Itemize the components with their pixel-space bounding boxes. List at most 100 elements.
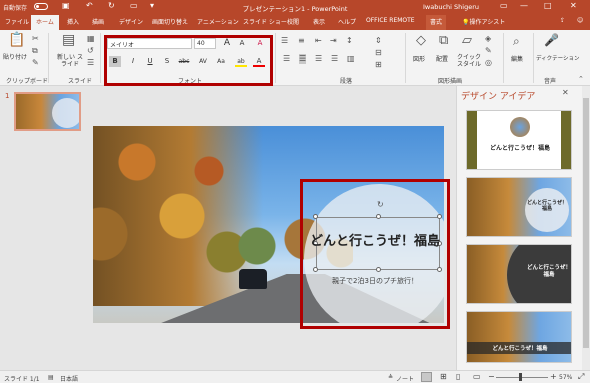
ribbon-display-icon[interactable]: ▭ [500, 1, 508, 10]
zoom-slider-thumb[interactable] [519, 373, 522, 381]
tab-office-remote[interactable]: OFFICE REMOTE [366, 17, 415, 24]
justify-icon[interactable]: ☰ [331, 54, 338, 64]
arrange-button[interactable]: 配置 [436, 54, 448, 63]
language-indicator[interactable]: 日本語 [60, 374, 78, 383]
card-title: どんと行こうぜ！福島 [492, 346, 548, 352]
spellcheck-icon[interactable]: ▤ [48, 374, 54, 381]
card-title: どんと行こうぜ！福島 [489, 145, 550, 152]
edit-button[interactable]: 編集 [511, 54, 523, 63]
card-title: どんと行こうぜ！福島 [527, 200, 568, 212]
reading-view-icon[interactable]: ▯ [456, 372, 460, 381]
notes-button[interactable]: ノート [396, 374, 414, 383]
align-center-icon[interactable]: ☰ [299, 54, 307, 64]
text-direction-icon[interactable]: ⇕ [375, 36, 382, 46]
zoom-in-icon[interactable]: + [550, 372, 557, 381]
maximize-icon[interactable]: □ [544, 1, 552, 10]
cut-icon[interactable]: ✂ [32, 34, 39, 44]
tab-view[interactable]: 表示 [313, 17, 325, 26]
design-idea-card[interactable]: どんと行こうぜ！福島 [466, 110, 572, 170]
design-idea-card[interactable]: どんと行こうぜ！福島 [466, 177, 572, 237]
fit-to-window-icon[interactable]: ⤢ [578, 372, 584, 382]
comment-icon[interactable]: ☺ [577, 17, 583, 24]
reset-icon[interactable]: ↺ [87, 46, 94, 56]
font-group-highlight [104, 35, 273, 86]
columns-icon[interactable]: ▥ [347, 54, 355, 64]
tab-help[interactable]: ヘルプ [338, 17, 356, 26]
slide-sorter-icon[interactable]: ⊞ [440, 372, 447, 381]
slide-thumbnail[interactable] [14, 92, 81, 131]
zoom-level[interactable]: 57% [559, 374, 572, 381]
share-icon[interactable]: ⇪ [560, 17, 565, 24]
paste-button[interactable]: 貼り付け [3, 52, 27, 61]
shape-outline-icon[interactable]: ✎ [485, 46, 492, 56]
section-icon[interactable]: ☰ [87, 58, 94, 68]
layout-icon[interactable]: ▦ [87, 34, 95, 44]
user-name[interactable]: Iwabuchi Shigeru [423, 3, 479, 11]
close-icon[interactable]: ✕ [570, 1, 577, 10]
tell-me-box[interactable]: 💡操作アシスト [462, 17, 505, 26]
quick-styles-icon[interactable]: ▱ [462, 34, 472, 47]
numbering-icon[interactable]: ≡ [298, 36, 305, 46]
status-bar: スライド 1/1 ▤ 日本語 ≜ ノート ⊞ ▯ ▭ − + 57% ⤢ [0, 370, 590, 383]
zoom-slider[interactable] [496, 377, 548, 378]
zoom-out-icon[interactable]: − [488, 372, 495, 381]
card-photo-circle [510, 117, 530, 137]
tab-design[interactable]: デザイン [119, 17, 143, 26]
tab-home[interactable]: ホーム [31, 15, 59, 30]
increase-indent-icon[interactable]: ⇥ [330, 36, 337, 46]
tab-transitions[interactable]: 画面切り替え [152, 17, 188, 26]
shape-fill-icon[interactable]: ◈ [485, 34, 491, 44]
smartart-icon[interactable]: ⊞ [375, 60, 382, 70]
line-spacing-icon[interactable]: ↕ [346, 36, 353, 46]
tab-slideshow[interactable]: スライド ショー [243, 17, 287, 26]
card-title: どんと行こうぜ！福島 [527, 265, 572, 278]
tab-file[interactable]: ファイル [5, 17, 29, 26]
design-idea-card[interactable]: どんと行こうぜ！福島 [466, 244, 572, 304]
dictation-button[interactable]: ディクテーション [536, 54, 580, 62]
ribbon: 📋 貼り付け ✂ ⧉ ✎ クリップボード ▤ 新しい スライド ▦ ↺ ☰ スラ… [0, 30, 590, 86]
align-right-icon[interactable]: ☰ [315, 54, 322, 64]
slide-indicator: スライド 1/1 [4, 376, 40, 383]
align-text-icon[interactable]: ⊟ [375, 48, 382, 58]
paste-icon[interactable]: 📋 [8, 33, 25, 47]
align-left-icon[interactable]: ☰ [283, 54, 290, 64]
tab-format[interactable]: 書式 [426, 15, 447, 30]
quick-styles-button[interactable]: クイック スタイル [455, 54, 483, 68]
design-idea-card[interactable]: どんと行こうぜ！福島 [466, 311, 572, 363]
separator [503, 33, 504, 83]
format-painter-icon[interactable]: ✎ [32, 58, 39, 68]
photo-car [239, 269, 267, 289]
separator [48, 33, 49, 83]
thumbnail-number: 1 [5, 92, 10, 100]
tell-me-label: 操作アシスト [469, 19, 506, 26]
normal-view-icon[interactable] [421, 372, 432, 382]
new-slide-icon[interactable]: ▤ [62, 33, 75, 47]
design-ideas-title: デザイン アイデア [461, 92, 536, 102]
tab-animations[interactable]: アニメーション [197, 17, 239, 26]
shapes-button[interactable]: 図形 [413, 54, 425, 63]
tab-insert[interactable]: 挿入 [67, 17, 79, 26]
shapes-icon[interactable]: ◇ [416, 34, 426, 47]
minimize-icon[interactable]: — [520, 1, 528, 10]
bullets-icon[interactable]: ☰ [281, 36, 288, 46]
slideshow-view-icon[interactable]: ▭ [473, 372, 481, 381]
notes-icon[interactable]: ≜ [388, 374, 393, 381]
close-icon[interactable]: ✕ [562, 88, 569, 97]
microphone-icon[interactable]: 🎤 [544, 34, 559, 46]
design-pane-scroll-thumb[interactable] [583, 98, 589, 348]
decrease-indent-icon[interactable]: ⇤ [315, 36, 322, 46]
paragraph-group-label: 段落 [340, 78, 353, 85]
card-accent-bar [561, 111, 571, 169]
new-slide-button[interactable]: 新しい スライド [57, 54, 83, 68]
copy-icon[interactable]: ⧉ [32, 46, 38, 56]
tab-draw[interactable]: 描画 [92, 17, 104, 26]
drawing-group-label: 図形描画 [438, 78, 463, 85]
ribbon-tabs: ファイル ホーム 挿入 描画 デザイン 画面切り替え アニメーション スライド … [0, 14, 590, 30]
find-icon[interactable]: ⌕ [513, 35, 520, 47]
separator [405, 33, 406, 83]
title-circle-highlight [300, 179, 450, 329]
arrange-icon[interactable]: ⧉ [439, 34, 448, 47]
shape-effects-icon[interactable]: ◎ [485, 58, 492, 68]
collapse-ribbon-icon[interactable]: ⌃ [578, 74, 584, 84]
tab-review[interactable]: 校閲 [287, 17, 299, 26]
